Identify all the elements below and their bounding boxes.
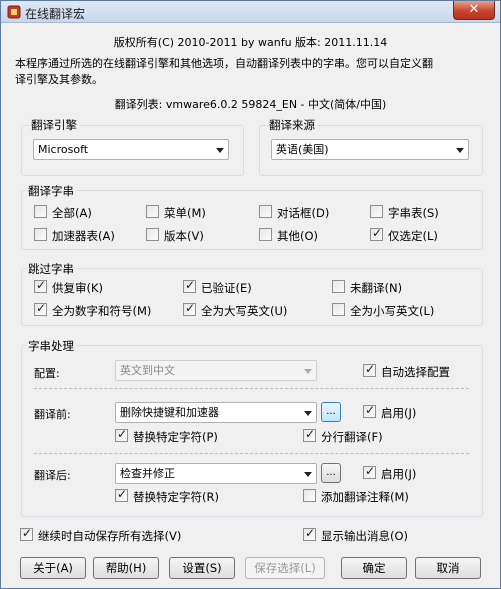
- checkbox-box: [115, 487, 128, 502]
- ok-button[interactable]: 确定: [341, 557, 407, 579]
- checkbox-box: [363, 362, 376, 377]
- engine-select-value: Microsoft: [38, 143, 89, 156]
- checkbox-box: [146, 228, 159, 241]
- checkbox-box: [34, 228, 47, 241]
- chevron-down-icon: [216, 148, 224, 153]
- checkbox-box: [370, 226, 383, 241]
- checkbox-box: [146, 205, 159, 218]
- checkbox-box: [303, 427, 316, 442]
- title-bar: 在线翻译宏 ✕: [1, 1, 500, 23]
- checkbox-box: [20, 526, 33, 541]
- checkbox-box: [332, 303, 345, 316]
- window-title: 在线翻译宏: [25, 7, 86, 21]
- description-line1: 本程序通过所选的在线翻译引擎和其他选项，自动翻译列表中的字串。您可以自定义翻: [15, 57, 433, 70]
- checkbox-box: [303, 489, 316, 502]
- app-icon: [7, 5, 21, 19]
- cancel-button[interactable]: 取消: [415, 557, 481, 579]
- help-button[interactable]: 帮助(H): [93, 557, 159, 579]
- source-group-title: 翻译来源: [267, 117, 317, 133]
- divider: [34, 453, 469, 454]
- dialog-window: 在线翻译宏 ✕ 版权所有(C) 2010-2011 by wanfu 版本: 2…: [0, 0, 501, 589]
- source-select[interactable]: 英语(美国): [271, 139, 469, 160]
- pre-translate-more-button[interactable]: ...: [321, 402, 341, 422]
- checkbox-box: [115, 427, 128, 442]
- chevron-down-icon: [304, 472, 312, 477]
- checkbox-box: [183, 278, 196, 293]
- about-button[interactable]: 关于(A): [20, 557, 86, 579]
- translate-strings-title: 翻译字串: [26, 183, 76, 199]
- checkbox-box: [34, 301, 47, 316]
- copyright-text: 版权所有(C) 2010-2011 by wanfu 版本: 2011.11.1…: [113, 36, 388, 49]
- close-icon: ✕: [468, 2, 480, 17]
- chevron-down-icon: [304, 369, 312, 374]
- translation-list-info: 翻译列表: vmware6.0.2 59824_EN - 中文(简体/中国): [114, 98, 387, 111]
- checkbox-box: [259, 205, 272, 218]
- checkbox-box: [363, 464, 376, 479]
- config-select[interactable]: 英文到中文: [115, 360, 317, 381]
- config-select-value: 英文到中文: [120, 364, 175, 377]
- settings-button[interactable]: 设置(S): [169, 557, 235, 579]
- chevron-down-icon: [456, 148, 464, 153]
- post-translate-select-value: 检查并修正: [120, 467, 175, 480]
- config-label: 配置:: [34, 367, 60, 380]
- pre-translate-select[interactable]: 删除快捷键和加速器: [115, 402, 317, 423]
- checkbox-box: [303, 526, 316, 541]
- engine-group-title: 翻译引擎: [29, 117, 79, 133]
- checkbox-box: [363, 403, 376, 418]
- description-line2: 译引擎及其参数。: [15, 73, 103, 86]
- checkbox-box: [34, 205, 47, 218]
- processing-title: 字串处理: [26, 338, 76, 354]
- skip-strings-title: 跳过字串: [26, 261, 76, 277]
- engine-select[interactable]: Microsoft: [33, 139, 229, 160]
- checkbox-box: [332, 280, 345, 293]
- divider: [34, 388, 469, 389]
- post-translate-more-button[interactable]: ...: [321, 463, 341, 483]
- source-select-value: 英语(美国): [276, 143, 329, 156]
- save-selection-button[interactable]: 保存选择(L): [245, 557, 325, 579]
- close-button[interactable]: ✕: [453, 1, 495, 20]
- chevron-down-icon: [304, 411, 312, 416]
- pre-translate-select-value: 删除快捷键和加速器: [120, 406, 219, 419]
- checkbox-box: [370, 205, 383, 218]
- checkbox-box: [34, 278, 47, 293]
- post-translate-label: 翻译后:: [34, 469, 71, 482]
- checkbox-box: [259, 228, 272, 241]
- checkbox-box: [183, 301, 196, 316]
- pre-translate-label: 翻译前:: [34, 408, 71, 421]
- post-translate-select[interactable]: 检查并修正: [115, 463, 317, 484]
